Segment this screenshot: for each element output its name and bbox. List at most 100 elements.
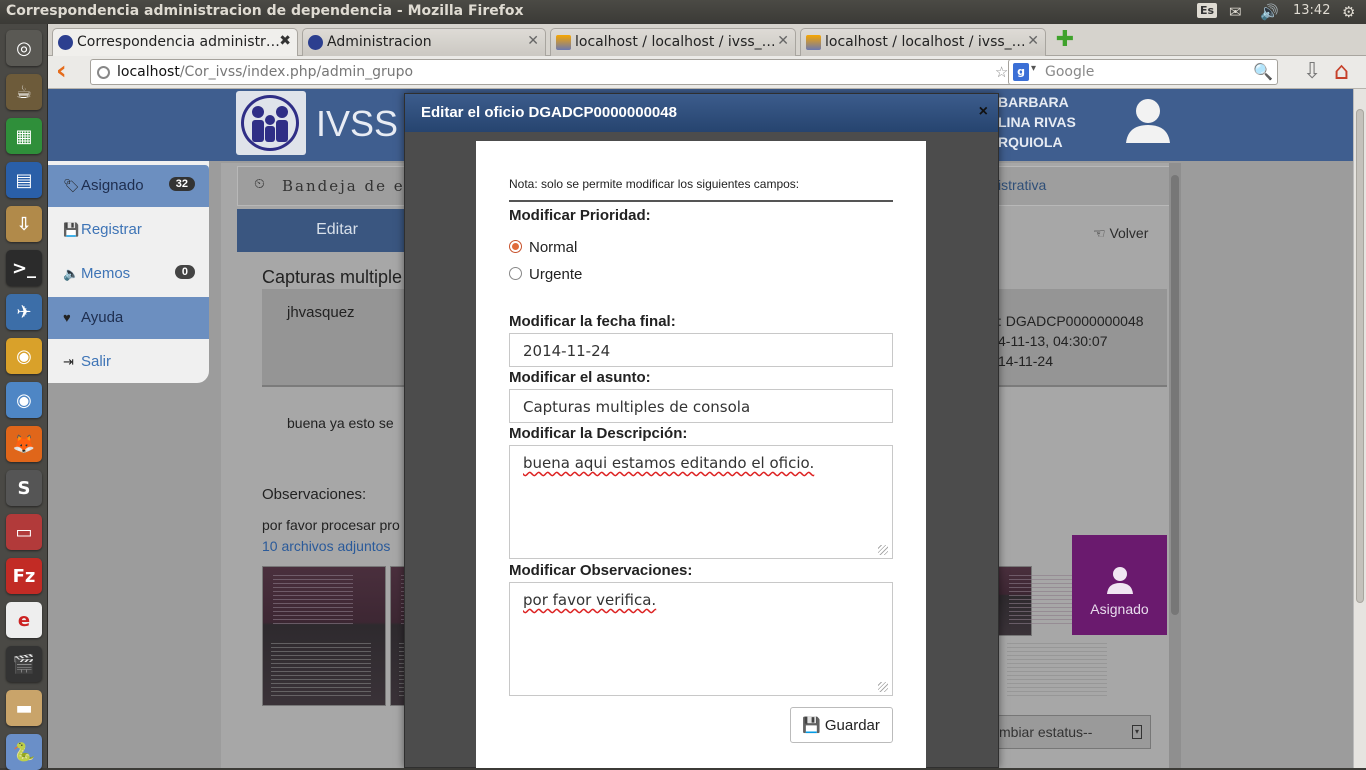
meta-line: : DGADCP0000000048: [998, 313, 1144, 329]
writer-icon[interactable]: ▤: [6, 162, 42, 198]
close-tab-icon[interactable]: ✖: [279, 33, 291, 49]
sidebar-item-asignado[interactable]: 🏷Asignado 32: [48, 165, 209, 207]
scrollbar-thumb[interactable]: [1356, 109, 1364, 603]
attachments-link[interactable]: 10 archivos adjuntos: [262, 538, 390, 554]
video-editor-icon[interactable]: 🎬: [6, 646, 42, 682]
edit-dialog: Editar el oficio DGADCP0000000048 × Nota…: [404, 93, 999, 768]
chevron-down-icon[interactable]: ▾: [1031, 63, 1036, 74]
chrome-icon[interactable]: ◉: [6, 338, 42, 374]
user-name-line: LINA RIVAS: [998, 114, 1076, 130]
os-top-panel: Correspondencia administracion de depend…: [0, 0, 1366, 24]
close-icon[interactable]: ×: [979, 103, 988, 121]
java-ide-icon[interactable]: ☕: [6, 74, 42, 110]
text-editor-icon[interactable]: e: [6, 602, 42, 638]
description-text: buena ya esto se: [287, 415, 394, 431]
url-bar[interactable]: localhost/Cor_ivss/index.php/admin_grupo…: [90, 59, 1045, 85]
chromium-icon[interactable]: ◉: [6, 382, 42, 418]
browser-tab[interactable]: Correspondencia administr… ✖: [52, 28, 298, 56]
download-icon[interactable]: ⇩: [1303, 59, 1321, 84]
new-tab-plus-icon[interactable]: ✚: [1054, 29, 1076, 52]
web-page: IVSS BARBARA LINA RIVAS RQUIOLA 🏷Asignad…: [48, 89, 1353, 768]
back-arrow-icon[interactable]: ‹: [56, 58, 78, 84]
dialog-note: Nota: solo se permite modificar los sigu…: [509, 177, 800, 191]
save-button-label: Guardar: [824, 717, 880, 734]
filezilla-icon[interactable]: Fz: [6, 558, 42, 594]
phpmyadmin-favicon-icon: [806, 35, 821, 50]
date-field[interactable]: 2014-11-24: [509, 333, 893, 367]
observations-textarea[interactable]: por favor verifica.: [509, 582, 893, 696]
page-scrollbar[interactable]: [1353, 89, 1366, 768]
browser-tab[interactable]: Administracion ✕: [302, 28, 546, 56]
status-select[interactable]: mbiar estatus-- ▾: [978, 715, 1151, 749]
power-gear-icon[interactable]: ⚙: [1342, 3, 1355, 21]
attachment-thumbnail[interactable]: [262, 566, 386, 706]
file-cabinet-icon[interactable]: ▭: [6, 514, 42, 550]
archive-icon[interactable]: ▬: [6, 690, 42, 726]
description-textarea[interactable]: buena aqui estamos editando el oficio.: [509, 445, 893, 559]
dash-home-icon[interactable]: ◎: [6, 30, 42, 66]
close-tab-icon[interactable]: ✕: [1027, 33, 1039, 49]
subject-field[interactable]: Capturas multiples de consola: [509, 389, 893, 423]
browser-tab[interactable]: localhost / localhost / ivss_… ✕: [800, 28, 1046, 56]
priority-radio-normal[interactable]: Normal: [509, 239, 577, 256]
sidebar-item-label: Salir: [81, 353, 112, 370]
sidebar-item-label: Registrar: [81, 221, 142, 238]
search-icon[interactable]: 🔍: [1253, 62, 1273, 81]
ivss-logo-emblem-icon: [241, 95, 299, 151]
observations-value: por favor verifica.: [523, 591, 657, 609]
sender-name: jhvasquez: [287, 304, 355, 321]
content-scrollbar[interactable]: [1169, 163, 1181, 768]
back-link[interactable]: ☜ Volver: [1093, 225, 1148, 242]
ivss-logo-text: IVSS: [316, 103, 399, 144]
meta-line: 4-11-13, 04:30:07: [998, 333, 1108, 349]
python-icon[interactable]: 🐍: [6, 734, 42, 770]
resize-grip-icon[interactable]: [878, 545, 888, 555]
search-bar[interactable]: g ▾ Google 🔍: [1008, 59, 1278, 85]
breadcrumb-link[interactable]: istrativa: [998, 177, 1046, 193]
sidebar-item-salir[interactable]: ⇥ Salir: [48, 341, 209, 383]
clock[interactable]: 13:42: [1293, 3, 1330, 18]
home-icon[interactable]: ⌂: [1334, 57, 1349, 85]
hand-left-icon: ☜: [1093, 225, 1106, 241]
user-avatar-icon[interactable]: [1124, 95, 1172, 145]
volume-icon[interactable]: 🔊: [1260, 3, 1279, 21]
browser-tab-strip: Correspondencia administr… ✖ Administrac…: [48, 24, 1366, 56]
tab-label: localhost / localhost / ivss_…: [575, 34, 776, 50]
save-button[interactable]: 💾 Guardar: [790, 707, 893, 743]
sidebar-item-registrar[interactable]: 💾 Registrar: [48, 209, 209, 251]
observations-text: por favor procesar pro: [262, 517, 400, 533]
sublime-icon[interactable]: S: [6, 470, 42, 506]
browser-tab[interactable]: localhost / localhost / ivss_… ✕: [550, 28, 796, 56]
close-tab-icon[interactable]: ✕: [777, 33, 789, 49]
firefox-icon[interactable]: 🦊: [6, 426, 42, 462]
radio-button[interactable]: [509, 267, 522, 280]
priority-label: Modificar Prioridad:: [509, 207, 651, 224]
resize-grip-icon[interactable]: [878, 682, 888, 692]
keyboard-indicator[interactable]: Es: [1197, 3, 1218, 18]
scrollbar-thumb[interactable]: [1171, 175, 1179, 615]
url-host: localhost: [117, 64, 180, 80]
priority-radio-urgente[interactable]: Urgente: [509, 266, 582, 283]
description-label: Modificar la Descripción:: [509, 425, 688, 442]
family-icon: [252, 106, 288, 142]
terminal-icon[interactable]: >_: [6, 250, 42, 286]
attachment-thumbnail[interactable]: [998, 566, 1107, 699]
ivss-logo[interactable]: [236, 91, 306, 155]
sidebar-item-ayuda[interactable]: ♥ Ayuda: [48, 297, 209, 339]
sidebar-item-memos[interactable]: 🔈 Memos 0: [48, 253, 209, 295]
spreadsheet-icon[interactable]: ▦: [6, 118, 42, 154]
radio-button[interactable]: [509, 240, 522, 253]
window-title: Correspondencia administracion de depend…: [6, 3, 524, 19]
mail-icon[interactable]: ✉: [1229, 3, 1242, 21]
sign-out-icon: ⇥: [63, 354, 74, 369]
close-tab-icon[interactable]: ✕: [527, 33, 539, 49]
install-folder-icon[interactable]: ⇩: [6, 206, 42, 242]
sidebar-item-label: Memos: [81, 265, 131, 282]
status-label: Asignado: [1090, 601, 1149, 617]
phpmyadmin-favicon-icon: [556, 35, 571, 50]
heart-icon: ♥: [63, 310, 71, 325]
user-name-line: BARBARA: [998, 94, 1069, 110]
thunderbird-icon[interactable]: ✈: [6, 294, 42, 330]
floppy-icon: 💾: [802, 717, 821, 734]
speaker-icon: 🔈: [63, 266, 80, 281]
